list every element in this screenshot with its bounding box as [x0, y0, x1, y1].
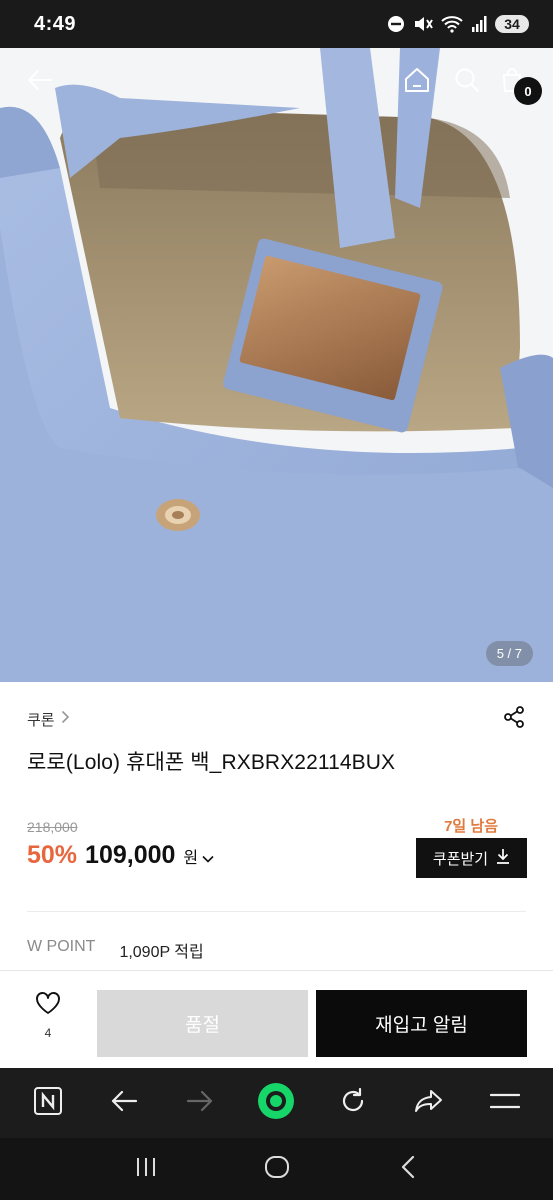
- naver-n-icon: [33, 1086, 63, 1121]
- discount-rate: 50%: [27, 841, 78, 869]
- image-pager: 5 / 7: [485, 641, 533, 666]
- cart-count-badge: 0: [514, 77, 542, 105]
- sale-days-left: 7일 남음: [444, 818, 498, 835]
- chevron-down-icon: [202, 851, 214, 866]
- home-icon: [403, 66, 431, 99]
- naver-home-button[interactable]: [23, 1078, 73, 1128]
- do-not-disturb-icon: [387, 15, 405, 33]
- recent-apps-icon: [134, 1156, 158, 1183]
- battery-badge: 34: [495, 15, 529, 33]
- home-nav-button[interactable]: [252, 1144, 302, 1194]
- back-button[interactable]: [20, 62, 60, 102]
- share-page-button[interactable]: [404, 1078, 454, 1128]
- product-photo: [0, 48, 553, 682]
- price-row[interactable]: 50% 109,000 원: [27, 841, 214, 870]
- heart-icon: [35, 991, 61, 1020]
- reload-icon: [339, 1087, 367, 1120]
- like-button[interactable]: 4: [22, 991, 74, 1051]
- brand-link[interactable]: 쿠론: [27, 709, 70, 730]
- point-row: W POINT 1,090P 적립: [27, 938, 204, 962]
- like-count: 4: [44, 1026, 52, 1040]
- divider: [27, 911, 526, 912]
- status-bar: 4:49 34: [0, 0, 553, 48]
- soldout-button[interactable]: 품절: [97, 990, 308, 1057]
- wifi-icon: [441, 15, 463, 33]
- share-arrow-icon: [414, 1088, 444, 1119]
- brand-name: 쿠론: [27, 711, 55, 729]
- browser-forward-button[interactable]: [175, 1078, 225, 1128]
- search-button[interactable]: [447, 62, 487, 102]
- chevron-right-icon: [61, 710, 70, 728]
- signal-icon: [471, 15, 487, 33]
- brand-row: 쿠론: [27, 705, 526, 734]
- coupon-label: 쿠폰받기: [432, 850, 489, 868]
- share-icon: [502, 705, 526, 733]
- home-button[interactable]: [397, 62, 437, 102]
- restock-alert-button[interactable]: 재입고 알림: [316, 990, 527, 1057]
- reload-button[interactable]: [328, 1078, 378, 1128]
- recent-apps-button[interactable]: [121, 1144, 171, 1194]
- home-circle-icon: [264, 1155, 290, 1184]
- point-label: W POINT: [27, 938, 96, 955]
- menu-icon: [489, 1091, 521, 1116]
- browser-toolbar: [0, 1068, 553, 1138]
- share-button[interactable]: [502, 705, 526, 734]
- product-title: 로로(Lolo) 휴대폰 백_RXBRX22114BUX: [27, 751, 396, 774]
- status-time: 4:49: [34, 12, 77, 35]
- chevron-left-icon: [400, 1155, 416, 1184]
- menu-button[interactable]: [480, 1078, 530, 1128]
- green-dot-button[interactable]: [251, 1078, 301, 1128]
- green-dot-icon: [256, 1081, 296, 1126]
- back-arrow-icon: [27, 69, 53, 96]
- currency-unit: 원: [183, 850, 199, 867]
- forward-arrow-icon: [186, 1089, 214, 1118]
- browser-back-button[interactable]: [99, 1078, 149, 1128]
- system-navigation-bar: [0, 1138, 553, 1200]
- point-value: 1,090P 적립: [119, 944, 204, 961]
- purchase-action-bar: 4 품절 재입고 알림: [0, 970, 553, 1068]
- coupon-download-button[interactable]: 쿠폰받기: [416, 838, 527, 878]
- back-arrow-icon: [110, 1089, 138, 1118]
- back-nav-button[interactable]: [383, 1144, 433, 1194]
- mute-icon: [413, 15, 433, 33]
- download-icon: [496, 848, 510, 868]
- sale-price: 109,000: [85, 841, 176, 869]
- status-icons: 34: [387, 15, 529, 33]
- product-image-gallery[interactable]: 0 5 / 7: [0, 48, 553, 682]
- search-icon: [454, 67, 480, 98]
- original-price: 218,000: [27, 819, 78, 835]
